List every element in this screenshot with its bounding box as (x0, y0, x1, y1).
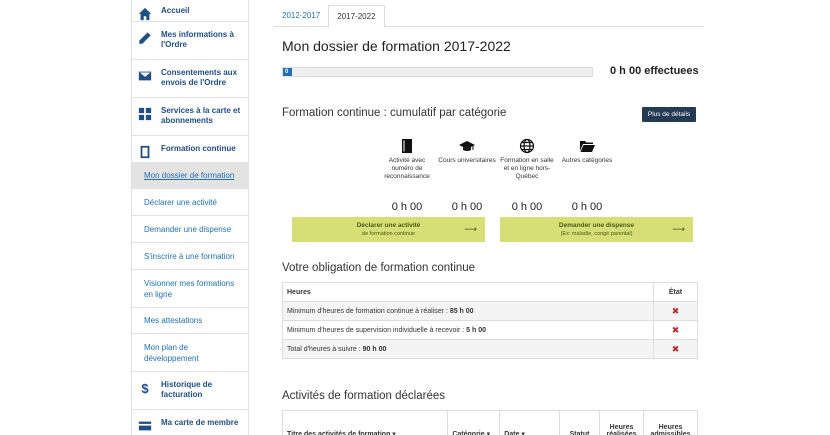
activities-title: Activités de formation déclarées (282, 390, 445, 402)
sidebar-subitem-visionner[interactable]: Visionner mes formations en ligne (132, 270, 248, 308)
dollar-icon: $ (141, 380, 149, 396)
category-label: Autres catégories (561, 157, 613, 164)
sidebar-item-label: Historique de facturation (161, 380, 213, 399)
table-header-row: Heures État (282, 282, 698, 302)
pencil-icon (138, 31, 152, 45)
main-content: 2012-2017 2017-2022 Mon dossier de forma… (274, 0, 706, 435)
progress-bar: 0 % (282, 67, 593, 83)
tab-2012-2017[interactable]: 2012-2017 (274, 5, 328, 27)
sidebar-item-label: Ma carte de membre (161, 418, 239, 427)
grid-icon (138, 107, 152, 121)
activities-table: Titre des activités de formation ▾ Catég… (281, 410, 698, 435)
book-icon (138, 145, 152, 159)
header-statut: Statut (559, 410, 601, 435)
header-etat: État (653, 282, 698, 302)
sidebar-item-label: Accueil (161, 6, 190, 15)
tab-2017-2022[interactable]: 2017-2022 (328, 5, 385, 28)
category-value: 0 h 00 (391, 201, 423, 213)
header-realisees: Heures réalisées (599, 410, 644, 435)
table-row: Minimum d'heures de formation continue à… (282, 301, 698, 321)
table-header-row: Titre des activités de formation ▾ Catég… (281, 410, 698, 435)
category-value: 0 h 00 (511, 201, 543, 213)
folder-open-icon (557, 137, 617, 155)
sidebar-subitem-mon-dossier[interactable]: Mon dossier de formation (132, 163, 248, 189)
arrow-right-icon: ⟶ (464, 224, 477, 234)
card-icon (138, 419, 152, 433)
sidebar-item-consentements[interactable]: Consentements aux envois de l'Ordre (132, 60, 248, 98)
sidebar-item-formation-continue[interactable]: Formation continue (132, 136, 248, 163)
category-item: Formation en salle et en ligne hors-Québ… (497, 137, 557, 213)
x-mark-icon: ✖ (671, 343, 680, 354)
obligation-title: Votre obligation de formation continue (282, 262, 476, 274)
declare-activity-button[interactable]: Déclarer une activité de formation conti… (292, 217, 485, 242)
sidebar-item-accueil[interactable]: Accueil (132, 0, 248, 22)
request-exemption-button[interactable]: Demander une dispense (Ex: maladie, cong… (500, 217, 693, 242)
sidebar-item-label: Formation continue (161, 144, 236, 153)
cumul-title: Formation continue : cumulatif par catég… (282, 107, 507, 119)
sidebar-item-mes-informations[interactable]: Mes informations à l'Ordre (132, 22, 248, 60)
category-list: Activité avec numéro de reconnaissance 0… (377, 137, 617, 213)
hours-done: 0 h 00 effectuees (610, 65, 699, 77)
x-mark-icon: ✖ (671, 324, 680, 335)
home-icon (138, 7, 152, 21)
progress-fill: 0 % (283, 68, 293, 83)
category-label: Cours universitaires (438, 157, 496, 164)
obligation-table: Heures État Minimum d'heures de formatio… (282, 282, 698, 359)
sidebar-subitem-inscrire[interactable]: S'inscrire à une formation (132, 243, 248, 270)
category-item: Activité avec numéro de reconnaissance 0… (377, 137, 437, 213)
globe-icon (497, 137, 557, 155)
sort-titre[interactable]: Titre des activités de formation ▾ (281, 410, 449, 435)
category-item: Autres catégories 0 h 00 (557, 137, 617, 213)
table-row: Total d'heures à suivre : 90 h 00 ✖ (282, 339, 698, 359)
table-row: Minimum d'heures de supervision individu… (282, 320, 698, 340)
sidebar-item-services[interactable]: Services à la carte et abonnements (132, 98, 248, 136)
sidebar-subitem-plan[interactable]: Mon plan de développement (132, 334, 248, 372)
sidebar-item-label: Consentements aux envois de l'Ordre (161, 68, 238, 87)
period-tabs: 2012-2017 2017-2022 (274, 5, 704, 28)
header-admissibles: Heures admissibles (643, 410, 698, 435)
graduation-cap-icon (437, 137, 497, 155)
x-mark-icon: ✖ (671, 305, 680, 316)
sidebar-subitem-attestations[interactable]: Mes attestations (132, 308, 248, 334)
sidebar-subitem-dispense[interactable]: Demander une dispense (132, 216, 248, 243)
details-button[interactable]: Plus de détails (642, 107, 696, 122)
sidebar: Accueil Mes informations à l'Ordre Conse… (131, 0, 249, 435)
page-title: Mon dossier de formation 2017-2022 (282, 38, 511, 54)
envelope-icon (138, 69, 152, 83)
category-label: Activité avec numéro de reconnaissance (384, 157, 430, 180)
arrow-right-icon: ⟶ (672, 224, 685, 234)
category-item: Cours universitaires 0 h 00 (437, 137, 497, 213)
sidebar-item-label: Services à la carte et abonnements (161, 106, 241, 125)
sort-categorie[interactable]: Catégorie ▾ (447, 410, 501, 435)
sidebar-item-carte[interactable]: Ma carte de membre (132, 410, 248, 435)
sidebar-item-historique[interactable]: $ Historique de facturation (132, 372, 248, 410)
category-label: Formation en salle et en ligne hors-Québ… (500, 157, 554, 180)
sidebar-item-label: Mes informations à l'Ordre (161, 30, 234, 49)
category-value: 0 h 00 (451, 201, 483, 213)
sort-date[interactable]: Date ▾ (499, 410, 561, 435)
category-value: 0 h 00 (571, 201, 603, 213)
header-heures: Heures (282, 282, 654, 302)
book-icon (377, 137, 437, 155)
sidebar-subitem-declarer[interactable]: Déclarer une activité (132, 189, 248, 216)
